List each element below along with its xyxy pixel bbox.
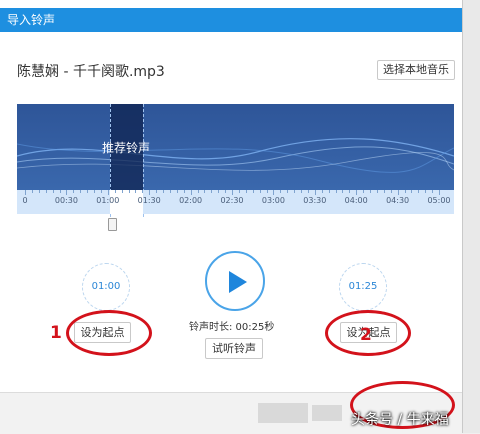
end-time-display: 01:25	[339, 263, 387, 311]
play-icon	[229, 271, 247, 293]
annotation-circle-1	[66, 310, 152, 356]
background-window-edge	[463, 0, 480, 433]
ringtone-duration: 铃声时长: 00:25秒	[189, 322, 275, 333]
play-button[interactable]	[205, 251, 265, 311]
waveform-area[interactable]	[17, 104, 454, 190]
start-drag-handle[interactable]	[108, 218, 117, 231]
recommend-label: 推荐铃声	[102, 141, 151, 155]
ruler-selection	[110, 190, 143, 214]
song-title: 陈慧娴 - 千千阕歌.mp3	[17, 64, 165, 80]
annotation-number-1: 1	[50, 323, 62, 343]
time-ruler	[17, 190, 454, 214]
annotation-number-2: 2	[360, 325, 372, 345]
blurred-element	[258, 403, 308, 423]
import-ringtone-dialog: 导入铃声 陈慧娴 - 千千阕歌.mp3 选择本地音乐 推荐铃声 0 00:30 01…	[0, 0, 463, 434]
start-time-display: 01:00	[82, 263, 130, 311]
dialog-title: 导入铃声	[0, 8, 462, 32]
try-listen-button[interactable]: 试听铃声	[205, 338, 263, 359]
blurred-element	[312, 405, 342, 421]
waveform-lines	[17, 138, 454, 173]
choose-local-music-button[interactable]: 选择本地音乐	[377, 60, 455, 80]
watermark-text: 头条号 / 牛来福	[351, 412, 449, 428]
